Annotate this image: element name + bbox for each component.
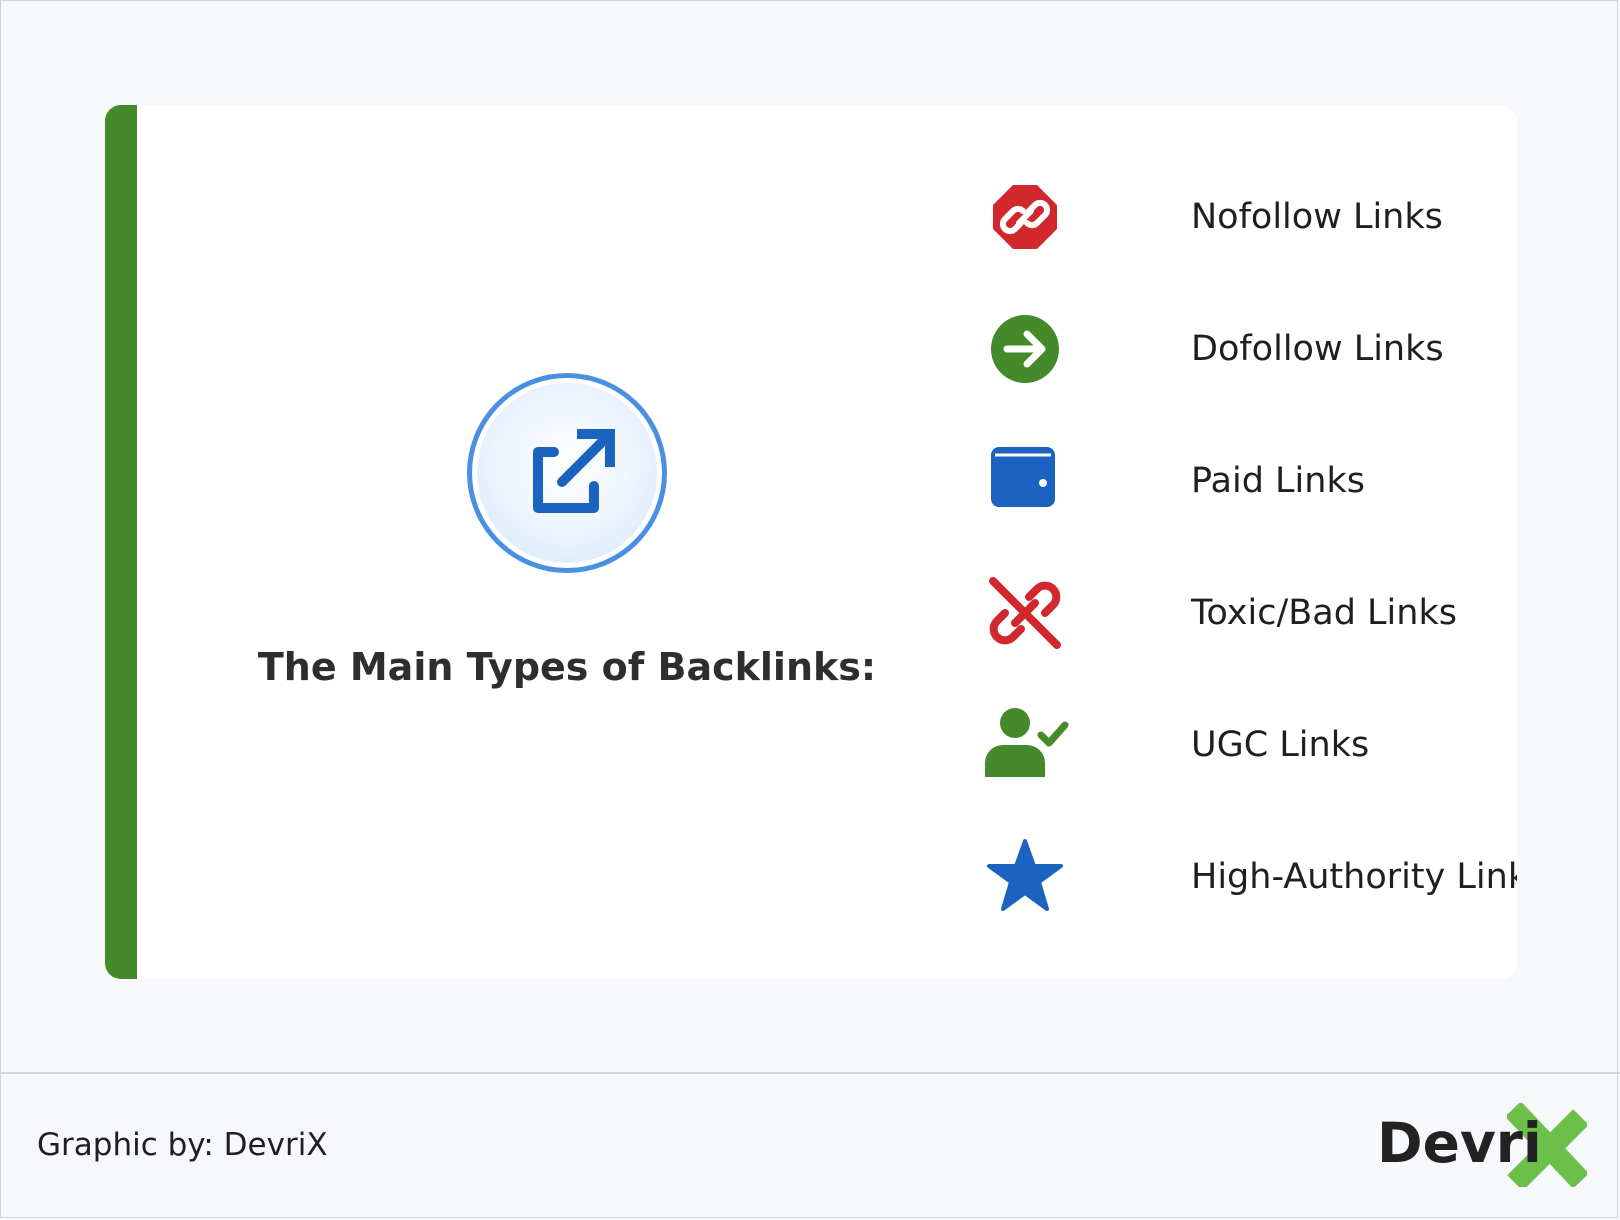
user-check-icon [985, 708, 1069, 777]
devrix-logo: Devri [1377, 1103, 1587, 1187]
broken-link-icon [989, 577, 1061, 649]
brand-wordmark: Devri [1377, 1111, 1542, 1175]
list-item-high-authority: High-Authority Links [985, 837, 1517, 917]
type-label: UGC Links [1191, 725, 1370, 765]
list-item-ugc: UGC Links [985, 705, 1505, 785]
arrow-circle-right-icon [991, 315, 1059, 383]
infographic-frame: The Main Types of Backlinks: Nofollow Li… [0, 0, 1620, 1218]
list-item-nofollow: Nofollow Links [985, 177, 1505, 257]
type-label: Paid Links [1191, 461, 1365, 501]
hero-badge [467, 373, 667, 573]
card-accent-bar [105, 105, 137, 979]
type-label: Dofollow Links [1191, 329, 1444, 369]
list-item-toxic: Toxic/Bad Links [985, 573, 1505, 653]
main-title: The Main Types of Backlinks: [257, 645, 877, 689]
type-label: Nofollow Links [1191, 197, 1443, 237]
content-card: The Main Types of Backlinks: Nofollow Li… [105, 105, 1517, 979]
footer-divider [1, 1072, 1620, 1074]
wallet-icon [991, 447, 1055, 507]
graphic-credit: Graphic by: DevriX [37, 1127, 328, 1163]
list-item-dofollow: Dofollow Links [985, 309, 1505, 389]
type-label: High-Authority Links [1191, 857, 1517, 897]
link-octagon-icon [993, 185, 1057, 249]
list-item-paid: Paid Links [985, 441, 1505, 521]
type-label: Toxic/Bad Links [1191, 593, 1457, 633]
external-link-icon [533, 429, 615, 513]
star-icon [987, 839, 1063, 911]
